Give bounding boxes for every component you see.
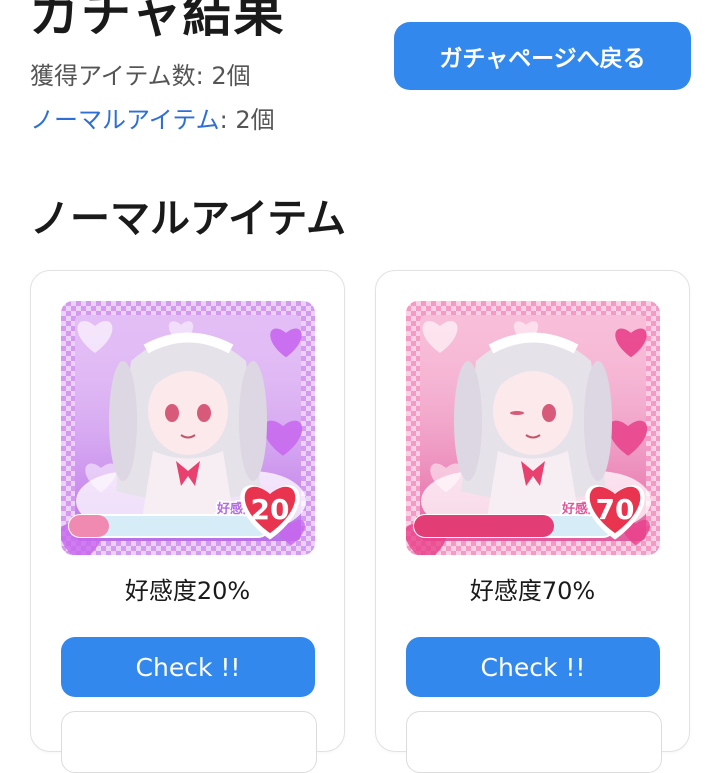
check-button[interactable]: Check !!: [406, 637, 660, 697]
item-card: 好感度 70 好感度70% Check !!: [375, 270, 690, 773]
eye-left: [510, 411, 524, 415]
item-image: 好感度 20: [61, 301, 315, 555]
affinity-bar-fill: [414, 515, 554, 537]
eye-right: [542, 404, 556, 422]
total-items-count: 獲得アイテム数: 2個: [30, 62, 251, 90]
item-artwork: 好感度20: [61, 301, 315, 555]
eye-right: [197, 404, 211, 422]
item-artwork: 好感度70: [406, 301, 660, 555]
affinity-caption: 好感度20%: [124, 577, 251, 605]
page-title: ガチャ結果: [30, 0, 285, 43]
back-to-gacha-button[interactable]: ガチャページへ戻る: [394, 22, 691, 90]
hair-tail-right: [584, 361, 612, 481]
secondary-button[interactable]: [61, 711, 317, 773]
normal-rarity-link[interactable]: ノーマルアイテム: [30, 106, 220, 134]
secondary-button[interactable]: [406, 711, 662, 773]
hair-tail-left: [109, 361, 137, 481]
affinity-bar-fill: [69, 515, 109, 537]
item-card: 好感度 20 好感度20% Check !!: [30, 270, 345, 773]
normal-count-value: : 2個: [219, 106, 275, 134]
eye-left: [165, 404, 179, 422]
affinity-value: 70: [596, 493, 635, 526]
normal-items-count: ノーマルアイテム: 2個: [30, 100, 275, 135]
affinity-value: 20: [251, 493, 290, 526]
section-title: ノーマルアイテム: [30, 196, 346, 242]
item-image: 好感度 70: [406, 301, 660, 555]
hair-tail-right: [239, 361, 267, 481]
affinity-caption: 好感度70%: [469, 577, 596, 605]
hair-tail-left: [454, 361, 482, 481]
check-button[interactable]: Check !!: [61, 637, 315, 697]
